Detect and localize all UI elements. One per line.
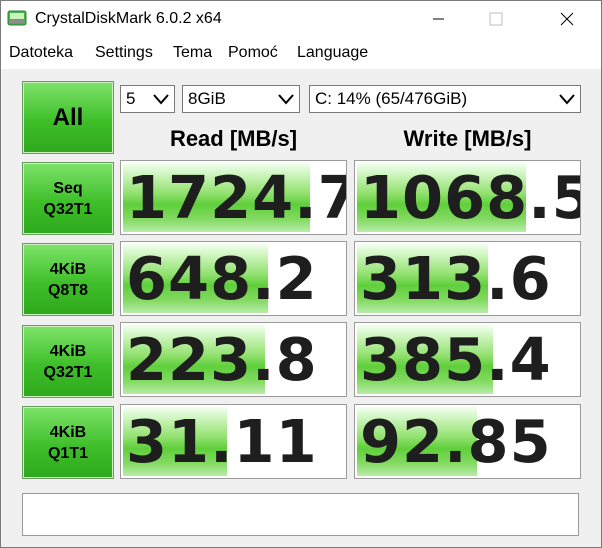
maximize-icon xyxy=(489,12,503,26)
read-result-value: 223.8 xyxy=(126,325,318,394)
drive-value: C: 14% (65/476GiB) xyxy=(315,89,468,108)
test-label-line1: Seq xyxy=(53,179,83,197)
read-result-value: 648.2 xyxy=(126,244,318,313)
status-comment-field[interactable] xyxy=(22,493,579,536)
test-label-line1: 4KiB xyxy=(49,342,87,360)
menu-help[interactable]: Pomoć xyxy=(228,44,278,62)
test-4kib-q8t8-button[interactable]: 4KiB Q8T8 xyxy=(22,243,114,316)
minimize-button[interactable] xyxy=(416,1,462,37)
menu-language[interactable]: Language xyxy=(297,44,368,62)
main-panel: All 5 8GiB C: 14% (65/476GiB) Read [MB/s… xyxy=(1,69,601,547)
chevron-down-icon xyxy=(278,94,294,105)
test-label-line2: Q1T1 xyxy=(47,444,88,462)
write-result-cell: 313.6 xyxy=(354,241,581,316)
test-label-line2: Q32T1 xyxy=(43,200,93,218)
window-title: CrystalDiskMark 6.0.2 x64 xyxy=(35,10,222,27)
menu-theme[interactable]: Tema xyxy=(173,44,212,62)
close-button[interactable] xyxy=(544,1,590,37)
test-label-line2: Q8T8 xyxy=(47,281,88,299)
minimize-icon xyxy=(433,18,444,20)
test-size-select[interactable]: 8GiB xyxy=(182,85,300,113)
read-result-cell: 223.8 xyxy=(120,322,347,397)
read-result-cell: 1724.7 xyxy=(120,160,347,235)
test-size-value: 8GiB xyxy=(188,89,226,108)
test-label-line1: 4KiB xyxy=(49,260,87,278)
chevron-down-icon xyxy=(153,94,169,105)
test-label-line1: 4KiB xyxy=(49,423,87,441)
read-result-value: 31.11 xyxy=(126,407,318,476)
write-result-cell: 92.85 xyxy=(354,404,581,479)
write-result-value: 385.4 xyxy=(360,325,552,394)
menu-bar: Datoteka Settings Tema Pomoć Language xyxy=(1,39,601,69)
write-result-cell: 385.4 xyxy=(354,322,581,397)
write-result-value: 92.85 xyxy=(360,407,552,476)
chevron-down-icon xyxy=(559,94,575,105)
title-bar[interactable]: CrystalDiskMark 6.0.2 x64 xyxy=(1,1,601,37)
read-column-header: Read [MB/s] xyxy=(169,126,298,151)
write-result-value: 1068.5 xyxy=(360,163,581,232)
read-result-cell: 31.11 xyxy=(120,404,347,479)
drive-select[interactable]: C: 14% (65/476GiB) xyxy=(309,85,581,113)
test-count-select[interactable]: 5 xyxy=(120,85,175,113)
test-label-line2: Q32T1 xyxy=(43,363,93,381)
write-result-cell: 1068.5 xyxy=(354,160,581,235)
all-button-label: All xyxy=(52,103,84,131)
test-4kib-q32t1-button[interactable]: 4KiB Q32T1 xyxy=(22,325,114,398)
crystaldiskmark-app-icon xyxy=(7,10,27,26)
close-icon xyxy=(560,12,574,26)
menu-file[interactable]: Datoteka xyxy=(9,44,73,62)
write-column-header: Write [MB/s] xyxy=(403,126,532,151)
all-button[interactable]: All xyxy=(22,81,114,154)
maximize-button[interactable] xyxy=(473,1,519,37)
app-window: CrystalDiskMark 6.0.2 x64 Datoteka Setti… xyxy=(0,0,602,548)
test-count-value: 5 xyxy=(126,89,136,108)
test-seq-q32t1-button[interactable]: Seq Q32T1 xyxy=(22,162,114,235)
write-result-value: 313.6 xyxy=(360,244,552,313)
test-4kib-q1t1-button[interactable]: 4KiB Q1T1 xyxy=(22,406,114,479)
read-result-value: 1724.7 xyxy=(126,163,347,232)
menu-settings[interactable]: Settings xyxy=(95,44,153,62)
read-result-cell: 648.2 xyxy=(120,241,347,316)
